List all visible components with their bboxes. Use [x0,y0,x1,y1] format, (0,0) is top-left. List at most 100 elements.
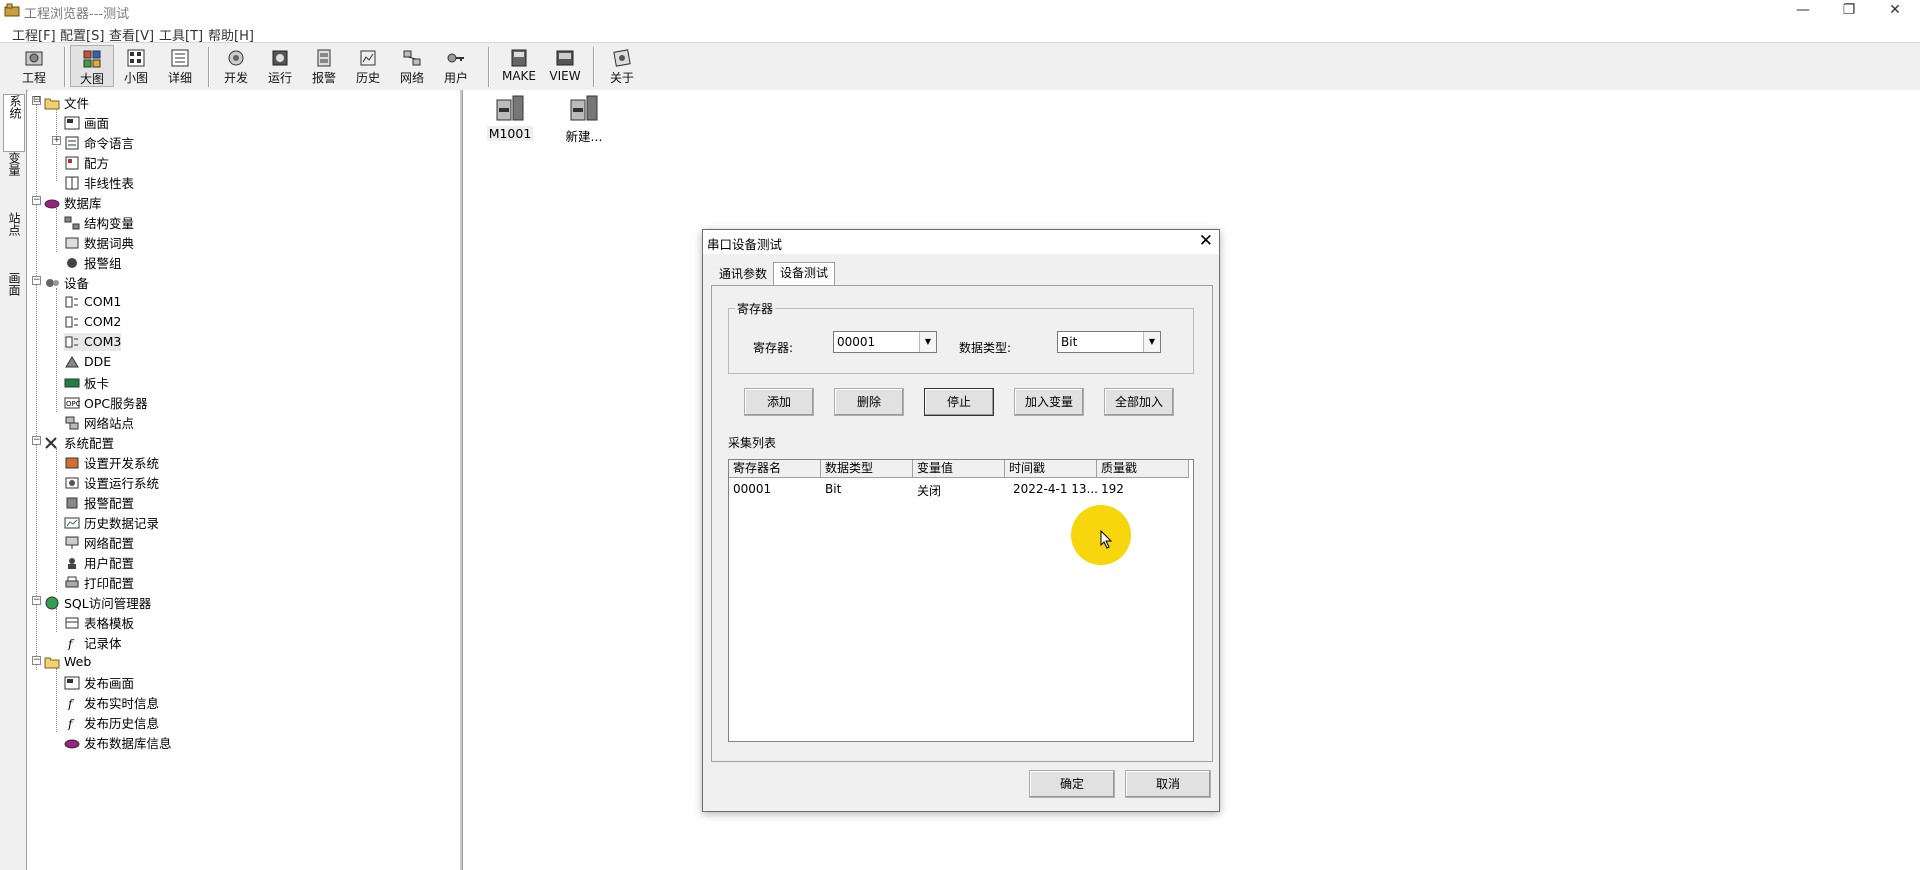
tree-expander-sql[interactable]: − [32,596,41,605]
screen-item-m1001[interactable]: M1001 [475,94,545,141]
tree-node-opc[interactable]: OPC OPC服务器 [64,393,148,411]
tree-expander-web[interactable]: − [32,656,41,665]
toolbar-about-button[interactable]: 关于 [600,45,644,87]
publish-history-icon: f [67,717,75,730]
tree-node-sysconfig[interactable]: 系统配置 [44,433,114,451]
toolbar-network-button[interactable]: 网络 [390,45,434,87]
toolbar-project-button[interactable]: 工程 [12,45,56,87]
network-icon [403,50,421,66]
tree-node-com3[interactable]: COM3 [64,333,122,351]
tree-node-board[interactable]: 板卡 [64,373,109,391]
toolbar-small-icons-button[interactable]: 小图 [114,45,158,87]
column-header-quality[interactable]: 质量戳 [1097,460,1189,478]
tree-node-screen[interactable]: 画面 [64,113,109,131]
cancel-button[interactable]: 取消 [1125,770,1211,798]
delete-button[interactable]: 删除 [834,388,904,416]
tree-node-user-config[interactable]: 用户配置 [64,553,134,571]
title-bar: 工程浏览器---测试 — ❐ ✕ [0,0,1920,22]
tree-node-history-record[interactable]: 历史数据记录 [64,513,159,531]
column-header-datatype[interactable]: 数据类型 [821,460,913,478]
minimize-button[interactable]: — [1780,0,1826,22]
database-icon [44,199,60,208]
add-variable-button[interactable]: 加入变量 [1014,388,1084,416]
user-key-icon [447,53,464,63]
column-header-register[interactable]: 寄存器名 [729,460,821,478]
tree-node-network-station[interactable]: 网络站点 [64,413,134,431]
vtab-screens[interactable]: 画面 [3,272,23,328]
tree-node-publish-database[interactable]: 发布数据库信息 [64,733,172,751]
tree-node-table-template[interactable]: 表格模板 [64,613,134,631]
column-header-value[interactable]: 变量值 [913,460,1005,478]
tree-node-nonlinear[interactable]: 非线性表 [64,173,134,191]
toolbar-view-button[interactable]: VIEW [543,45,587,87]
vtab-variables[interactable]: 变量 [3,152,23,208]
tree-node-run-settings[interactable]: 设置运行系统 [64,473,159,491]
tree-node-print-config[interactable]: 打印配置 [64,573,134,591]
tree-node-sql[interactable]: SQL访问管理器 [44,593,151,611]
history-record-icon [64,517,80,528]
dialog-close-icon[interactable]: ✕ [1199,231,1213,251]
add-button[interactable]: 添加 [744,388,814,416]
register-label: 寄存器: [753,341,794,355]
screen-item-new[interactable]: 新建... [549,94,619,145]
add-all-button[interactable]: 全部加入 [1104,388,1174,416]
tree-node-recipe[interactable]: 配方 [64,153,109,171]
toolbar-make-button[interactable]: MAKE [497,45,541,87]
datatype-dropdown-icon[interactable]: ▼ [1143,332,1160,352]
tree-node-publish-realtime[interactable]: f 发布实时信息 [64,693,159,711]
stop-button[interactable]: 停止 [924,388,994,416]
tab-comm-params[interactable]: 通讯参数 [713,264,773,284]
tree-expander-sysconfig[interactable]: − [32,436,41,445]
tab-device-test[interactable]: 设备测试 [773,262,836,286]
tree-node-com2[interactable]: COM2 [64,313,121,331]
tree-node-dde[interactable]: DDE [64,353,111,371]
toolbar-develop-button[interactable]: 开发 [214,45,258,87]
tree-node-database[interactable]: 数据库 [44,193,102,211]
vtab-stations[interactable]: 站点 [3,212,23,268]
tree-node-dev-settings[interactable]: 设置开发系统 [64,453,159,471]
tree-node-dictionary[interactable]: 数据词典 [64,233,134,251]
collection-list[interactable]: 寄存器名 数据类型 变量值 时间戳 质量戳 00001 Bit 关闭 2022-… [728,459,1194,742]
toolbar-history-button[interactable]: 历史 [346,45,390,87]
tree-node-file[interactable]: 文件 [44,93,89,111]
toolbar-user-button[interactable]: 用户 [434,45,478,87]
window-title: 工程浏览器---测试 [24,7,130,22]
svg-text:f: f [67,717,75,730]
vtab-system[interactable]: 系统 [3,94,25,152]
table-icon [65,176,79,189]
tree-expander-command[interactable]: + [52,136,61,145]
tree-node-struct-var[interactable]: 结构变量 [64,213,134,231]
folder-icon [44,98,60,109]
register-dropdown-icon[interactable]: ▼ [919,332,936,352]
toolbar-run-button[interactable]: 运行 [258,45,302,87]
tree-node-command[interactable]: 命令语言 [64,133,134,151]
column-header-timestamp[interactable]: 时间戳 [1005,460,1097,478]
publish-database-icon [64,739,80,748]
tree-node-publish-history[interactable]: f 发布历史信息 [64,713,159,731]
tree-node-com1[interactable]: COM1 [64,293,121,311]
maximize-button[interactable]: ❐ [1826,0,1872,22]
com-port-icon [65,336,78,347]
alarm-config-icon [66,497,78,508]
tree-node-record[interactable]: f 记录体 [64,633,122,651]
history-icon [360,50,376,66]
tree-node-web[interactable]: Web [44,653,91,671]
struct-var-icon [64,216,80,229]
close-window-button[interactable]: ✕ [1872,0,1918,22]
tree-expander-device[interactable]: − [32,276,41,285]
tree-expander-database[interactable]: − [32,196,41,205]
toolbar-alarm-button[interactable]: 报警 [302,45,346,87]
register-combo[interactable]: 00001 ▼ [833,331,937,353]
dde-icon [65,355,79,367]
datatype-combo[interactable]: Bit ▼ [1057,331,1161,353]
toolbar-details-button[interactable]: 详细 [158,45,202,87]
print-config-icon [65,576,79,587]
tree-node-alarm-config[interactable]: 报警配置 [64,493,134,511]
tree-node-publish-screen[interactable]: 发布画面 [64,673,134,691]
tree-node-alarm-group[interactable]: 报警组 [64,253,122,271]
ok-button[interactable]: 确定 [1029,770,1115,798]
toolbar-large-icons-button[interactable]: 大图 [70,45,114,87]
tree-node-network-config[interactable]: 网络配置 [64,533,134,551]
tree-expander-file[interactable]: ⊟ [32,96,41,105]
tree-node-device[interactable]: 设备 [44,273,89,291]
